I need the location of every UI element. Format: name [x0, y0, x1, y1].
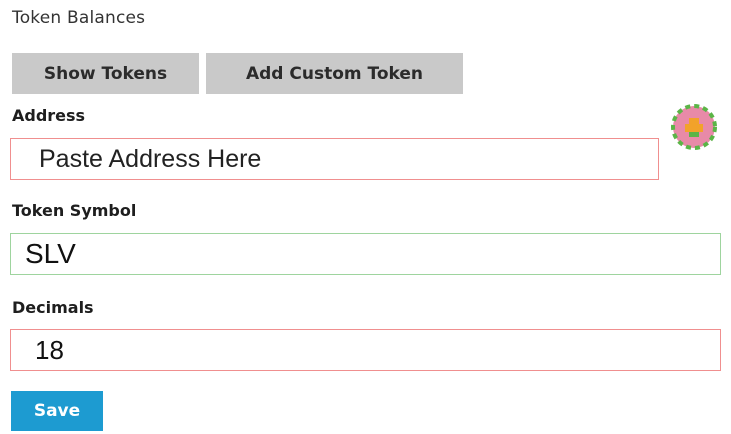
address-input[interactable]: [10, 138, 659, 180]
add-token-panel: Token Balances Show Tokens Add Custom To…: [0, 0, 731, 434]
address-label: Address: [12, 106, 86, 125]
decimals-input[interactable]: [10, 329, 721, 371]
add-custom-token-button[interactable]: Add Custom Token: [206, 53, 463, 94]
save-button[interactable]: Save: [11, 391, 103, 431]
identicon-icon: [671, 104, 717, 150]
token-tabs: Show Tokens Add Custom Token: [12, 53, 463, 94]
decimals-label: Decimals: [12, 298, 94, 317]
show-tokens-button[interactable]: Show Tokens: [12, 53, 199, 94]
section-title: Token Balances: [12, 8, 146, 28]
token-symbol-label: Token Symbol: [12, 201, 137, 220]
token-symbol-input[interactable]: [10, 233, 721, 275]
